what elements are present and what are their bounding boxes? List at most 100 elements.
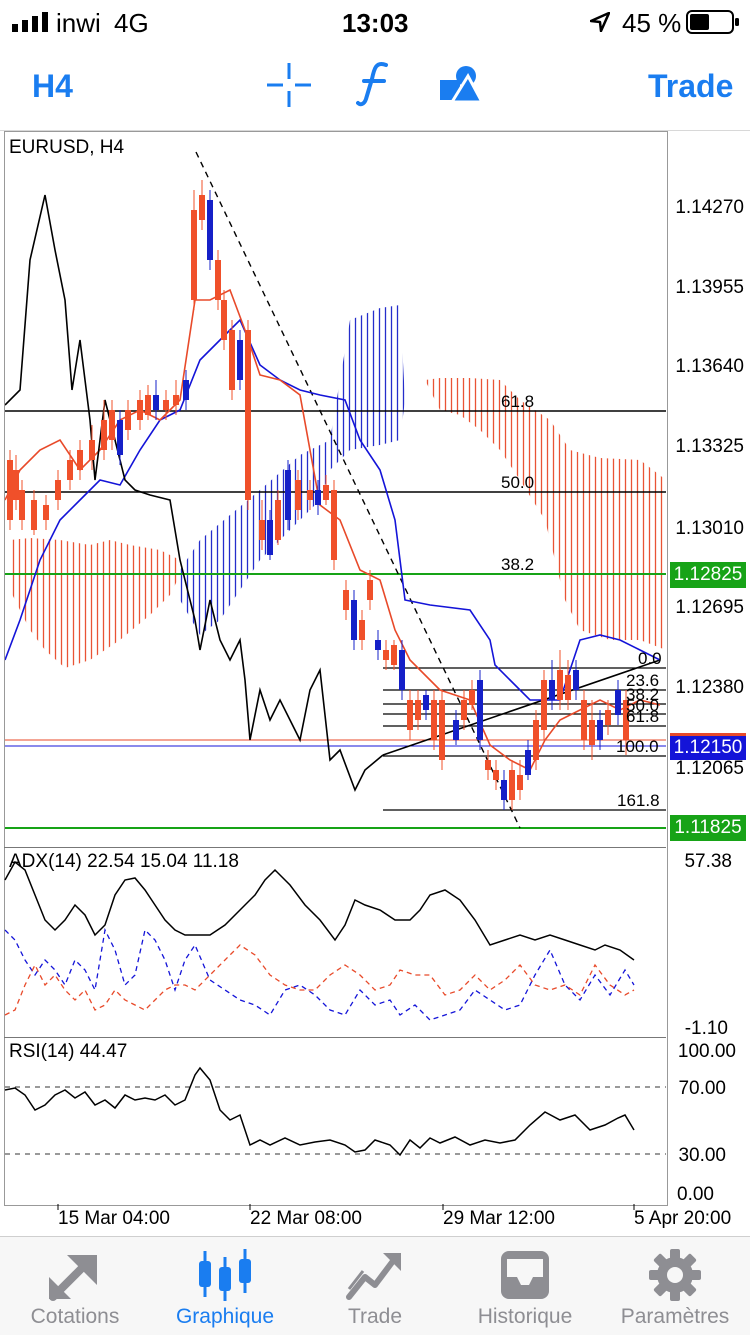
candle-body (285, 470, 291, 520)
candle-body (453, 720, 459, 740)
candle-body (323, 485, 329, 500)
history-inbox-icon (501, 1251, 549, 1299)
candle-body (367, 580, 373, 600)
candle-body (199, 195, 205, 220)
candle-body (19, 490, 25, 520)
fib-label: 38.2 (501, 555, 534, 574)
candle-body (101, 420, 107, 450)
price-axis-label: 1.13955 (675, 277, 744, 298)
fib-label: 161.8 (617, 791, 660, 810)
tab-cotations[interactable]: Cotations (0, 1237, 150, 1335)
candle-body (399, 650, 405, 690)
candle-body (581, 700, 587, 740)
tab-label: Graphique (175, 1305, 275, 1328)
candle-body (439, 700, 445, 760)
chart-canvas[interactable]: 61.8 50.0 38.2 0.0 23.6 38.2 50.0 61.8 1… (0, 0, 750, 1334)
candle-body (109, 410, 115, 440)
price-axis-label: 1.12695 (675, 597, 744, 618)
fib-label: 61.8 (501, 392, 534, 411)
price-badge-green: 1.11825 (670, 815, 746, 841)
adx-min-label: -1.10 (684, 1018, 728, 1039)
candle-body (391, 645, 397, 665)
price-axis-label: 1.14270 (675, 197, 744, 218)
candle-body (557, 670, 563, 700)
candle-body (245, 330, 251, 500)
price-badge-bid: 1.12150 (670, 733, 746, 760)
candle-body (55, 480, 61, 500)
candle-body (89, 440, 95, 460)
adx-title: ADX(14) 22.54 15.04 11.18 (9, 851, 239, 872)
candle-body (13, 470, 19, 500)
candle-body (469, 690, 475, 705)
candle-body (485, 760, 491, 770)
tab-label: Trade (347, 1305, 403, 1328)
candle-body (163, 400, 169, 410)
tab-label: Cotations (30, 1305, 120, 1328)
adx-max-label: 57.38 (684, 851, 732, 872)
tab-trade[interactable]: Trade (300, 1237, 450, 1335)
candle-body (407, 700, 413, 730)
candle-body (173, 395, 179, 405)
adx-minus-di (4, 944, 635, 1016)
candle-body (331, 490, 337, 560)
tab-parametres[interactable]: Paramètres (600, 1237, 750, 1335)
candle-body (383, 650, 389, 660)
candle-body (525, 750, 531, 775)
candle-body (137, 400, 143, 420)
dashed-trendline[interactable] (195, 151, 521, 829)
candle-body (7, 460, 13, 520)
rsi-axis-label: 70.00 (678, 1078, 726, 1099)
candle-body (541, 680, 547, 730)
kumo-cloud-bearish (10, 538, 180, 668)
candle-body (549, 680, 555, 700)
candle-body (275, 500, 281, 540)
candle-body (153, 395, 159, 410)
rsi-title: RSI(14) 44.47 (9, 1041, 128, 1062)
candle-body (477, 680, 483, 740)
tab-historique[interactable]: Historique (450, 1237, 600, 1335)
tab-label: Paramètres (620, 1305, 730, 1328)
rsi-line[interactable] (4, 1066, 635, 1157)
candle-body (183, 380, 189, 400)
candle-body (259, 520, 265, 540)
adx-indicator[interactable] (4, 860, 635, 1021)
candle-body (67, 460, 73, 480)
candle-body (461, 700, 467, 720)
candle-body (125, 410, 131, 430)
chart-symbol-title: EURUSD, H4 (9, 137, 125, 158)
candle-body (415, 700, 421, 720)
candle-body (267, 520, 273, 555)
candle-body (43, 505, 49, 520)
rsi-axis-label: 0.00 (677, 1184, 714, 1205)
candlestick-chart-icon (199, 1249, 251, 1301)
candle-body (191, 210, 197, 300)
price-axis-label: 1.12065 (675, 758, 744, 779)
time-axis-ticks (57, 1204, 635, 1210)
candle-body (431, 700, 437, 740)
candle-body (237, 340, 243, 380)
trade-chart-icon (346, 1253, 401, 1300)
candle-body (565, 675, 571, 700)
tab-label: Historique (477, 1305, 573, 1328)
price-axis-label: 1.13010 (675, 518, 744, 539)
adx-main-line (4, 860, 635, 961)
candle-body (117, 420, 123, 455)
candle-body (509, 770, 515, 800)
candle-body (315, 490, 321, 505)
price-axis-label: 1.13325 (675, 436, 744, 457)
candle-body (493, 770, 499, 780)
candle-body (615, 690, 621, 715)
adx-plus-di (4, 927, 635, 1021)
tab-graphique[interactable]: Graphique (150, 1237, 300, 1335)
quotes-arrows-icon (49, 1255, 97, 1301)
candle-body (215, 260, 221, 300)
candle-body (533, 720, 539, 760)
candle-body (605, 710, 611, 725)
candle-body (31, 500, 37, 530)
candle-body (77, 450, 83, 470)
candle-body (589, 720, 595, 745)
candle-body (295, 480, 301, 510)
candle-body (597, 720, 603, 740)
candle-body (307, 490, 313, 500)
candle-body (343, 590, 349, 610)
